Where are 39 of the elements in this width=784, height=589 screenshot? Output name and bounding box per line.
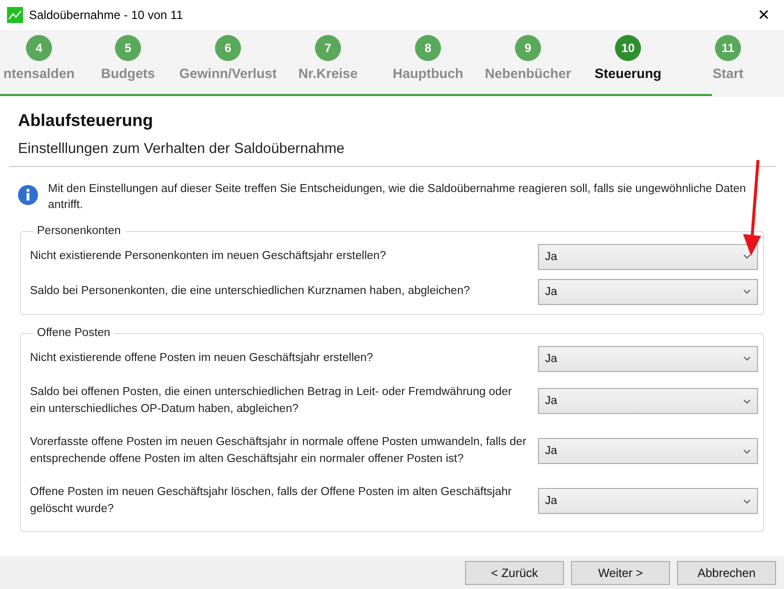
setting-question: Vorerfasste offene Posten im neuen Geschäftsjahr in normale offene Posten umwandeln, falls der entsprechende offene Posten im alten Geschäftsjahr ein normaler offener Posten ist? bbox=[30, 435, 528, 467]
setting-question: Nicht existierende offene Posten im neuen Geschäftsjahr erstellen? bbox=[30, 351, 374, 366]
step-number: 6 bbox=[215, 35, 241, 61]
step-number: 11 bbox=[715, 35, 741, 61]
dropdown[interactable]: Ja bbox=[538, 278, 758, 304]
setting-question: Nicht existierende Personenkonten im neuen Geschäftsjahr erstellen? bbox=[30, 249, 388, 264]
step-number: 9 bbox=[515, 35, 541, 61]
info-icon bbox=[18, 185, 38, 205]
chevron-icon bbox=[743, 498, 751, 504]
group-title: Personenkonten bbox=[36, 225, 122, 237]
chevron-icon bbox=[743, 448, 751, 454]
setting-question: Offene Posten im neuen Geschäftsjahr löschen, falls der Offene Posten im alten Geschäftsjahr gelöscht wurde? bbox=[30, 485, 513, 517]
window-title: Saldoübernahme - 10 von 11 bbox=[29, 8, 184, 22]
info-text: Mit den Einstellungen auf dieser Seite treffen Sie Entscheidungen, wie die Saldoübernahme reagieren soll, falls sie ungewöhnliche Daten antrifft. bbox=[48, 182, 747, 213]
dropdown[interactable]: Ja bbox=[538, 488, 758, 514]
step-number: 5 bbox=[115, 35, 141, 61]
dropdown[interactable]: Ja bbox=[538, 346, 758, 372]
chevron-icon bbox=[743, 398, 751, 404]
chevron-icon bbox=[743, 254, 751, 259]
step-number: 4 bbox=[26, 35, 52, 61]
dropdown[interactable]: Ja bbox=[538, 244, 758, 270]
page-subheading: Einstelllungen zum Verhalten der Saldoübernahme bbox=[9, 141, 776, 167]
group-title: Offene Posten bbox=[36, 327, 112, 339]
close-button[interactable]: ✕ bbox=[744, 0, 784, 30]
chevron-icon bbox=[743, 289, 751, 294]
chevron-icon bbox=[743, 356, 751, 361]
step-label[interactable]: Steuerung bbox=[594, 66, 662, 81]
dropdown[interactable]: Ja bbox=[538, 438, 758, 464]
step-number: 7 bbox=[315, 35, 341, 61]
page-heading: Ablaufsteuerung bbox=[18, 111, 154, 131]
wizard-button[interactable]: Weiter > bbox=[571, 560, 670, 584]
wizard-button[interactable]: Abbrechen bbox=[677, 560, 776, 584]
step-number: 10 bbox=[615, 35, 641, 61]
setting-question: Saldo bei offenen Posten, die einen unterschiedlichen Betrag in Leit- oder Fremdwährung oder ein unterschiedliches OP-Datum haben, abgleichen? bbox=[30, 385, 513, 417]
setting-question: Saldo bei Personenkonten, die eine unterschiedlichen Kurznamen haben, abgleichen? bbox=[30, 284, 471, 299]
wizard-button[interactable]: < Zurück bbox=[465, 560, 564, 584]
step-number: 8 bbox=[415, 35, 441, 61]
chart-icon bbox=[7, 7, 23, 23]
dropdown[interactable]: Ja bbox=[538, 388, 758, 414]
